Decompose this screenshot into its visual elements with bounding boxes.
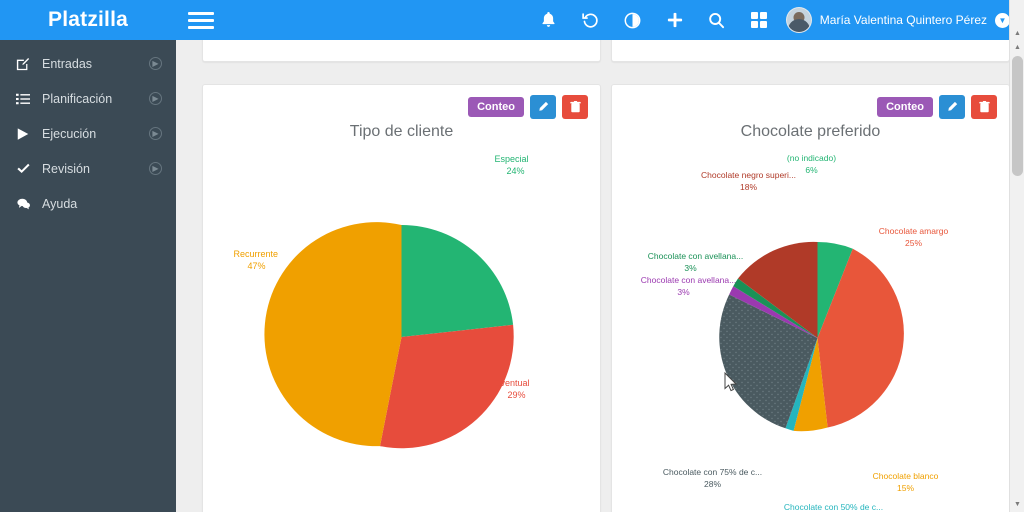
avatar xyxy=(785,7,812,33)
chevron-down-icon[interactable]: ▼ xyxy=(995,12,1010,28)
history-icon[interactable] xyxy=(570,0,612,40)
topbar-icon-group: María Valentina Quintero Pérez ▼ xyxy=(528,0,1018,40)
pie-label-chocolate-negro: Chocolate negro superi... xyxy=(701,170,796,180)
scrollbar-top-cap: ▲ xyxy=(1009,0,1024,40)
delete-chart-button[interactable] xyxy=(971,95,997,119)
pie-label-especial: Especial xyxy=(495,154,529,164)
sidebar-item-entradas[interactable]: Entradas ▶ xyxy=(0,46,176,81)
sidebar-item-label: Ayuda xyxy=(42,196,78,211)
sidebar-item-revision[interactable]: Revisión ▶ xyxy=(0,151,176,186)
eye-icon[interactable] xyxy=(612,0,654,40)
pie-slice-recurrente[interactable] xyxy=(264,222,402,447)
pie-label-chocolate-75-pct: 28% xyxy=(704,479,721,489)
pie-label-recurrente: Recurrente xyxy=(234,249,279,259)
topbar: María Valentina Quintero Pérez ▼ xyxy=(176,0,1024,40)
dashboard-row-charts: Conteo Tipo de cliente Especial 24% Even… xyxy=(202,84,1010,512)
pie-label-chocolate-75: Chocolate con 75% de c... xyxy=(663,467,762,477)
brand-header[interactable]: Platzilla xyxy=(0,0,176,40)
chevron-right-icon[interactable]: ▶ xyxy=(149,57,162,70)
check-icon xyxy=(16,162,42,176)
pie-slice-especial[interactable] xyxy=(401,224,514,337)
pencil-icon xyxy=(539,101,549,111)
sidebar-item-ejecucion[interactable]: Ejecución ▶ xyxy=(0,116,176,151)
card-toolbar: Conteo xyxy=(468,95,588,119)
edit-chart-button[interactable] xyxy=(939,95,965,119)
delete-chart-button[interactable] xyxy=(562,95,588,119)
pie-label-eventual-pct: 29% xyxy=(508,390,526,400)
pie-svg: Especial 24% Eventual 29% Recurrente 47% xyxy=(234,154,530,449)
user-name: María Valentina Quintero Pérez xyxy=(819,13,987,27)
pie-label-no-indicado-pct: 6% xyxy=(805,165,818,175)
sidebar-item-label: Revisión xyxy=(42,161,90,176)
pie-label-eventual: Eventual xyxy=(495,378,530,388)
pie-label-chocolate-avellana-purple: Chocolate con avellana... xyxy=(641,275,736,285)
pie-label-chocolate-amargo: Chocolate amargo xyxy=(879,226,949,236)
vertical-scrollbar[interactable]: ▲ ▼ xyxy=(1009,40,1024,512)
card-chocolate-preferido: Conteo Chocolate preferido (no indicado)… xyxy=(611,84,1010,512)
pie-label-chocolate-blanco: Chocolate blanco xyxy=(873,471,939,481)
edit-chart-button[interactable] xyxy=(530,95,556,119)
conteo-badge[interactable]: Conteo xyxy=(468,96,524,118)
caret-down-icon[interactable]: ▼ xyxy=(1010,497,1024,512)
pie-label-chocolate-amargo-pct: 25% xyxy=(905,238,922,248)
dashboard-row-top xyxy=(202,40,1010,62)
pencil-icon xyxy=(948,101,958,111)
brand-name: Platzilla xyxy=(48,8,128,31)
bell-icon[interactable] xyxy=(528,0,570,40)
caret-up-icon[interactable]: ▲ xyxy=(1010,40,1024,55)
pie-label-chocolate-avellana-green: Chocolate con avellana... xyxy=(648,251,743,261)
hamburger-icon[interactable] xyxy=(188,9,214,31)
pie-chart-chocolate-preferido: (no indicado) 6% Chocolate amargo 25% Ch… xyxy=(612,141,1009,512)
pie-label-chocolate-blanco-pct: 15% xyxy=(897,483,914,493)
pie-label-chocolate-50: Chocolate con 50% de c... xyxy=(784,502,883,512)
chevron-right-icon[interactable]: ▶ xyxy=(149,92,162,105)
chat-icon xyxy=(16,197,42,211)
card-tipo-de-cliente: Conteo Tipo de cliente Especial 24% Even… xyxy=(202,84,601,512)
plus-icon[interactable] xyxy=(654,0,696,40)
search-icon[interactable] xyxy=(696,0,738,40)
sidebar-item-planificacion[interactable]: Planificación ▶ xyxy=(0,81,176,116)
sidebar-item-label: Ejecución xyxy=(42,126,97,141)
sidebar-item-label: Entradas xyxy=(42,56,93,71)
sidebar-item-ayuda[interactable]: Ayuda ▶ xyxy=(0,186,176,221)
caret-up-icon[interactable]: ▲ xyxy=(1010,26,1024,41)
pie-label-especial-pct: 24% xyxy=(507,166,525,176)
trash-icon xyxy=(569,101,581,113)
sidebar: Platzilla Entradas ▶ Planificación ▶ Eje… xyxy=(0,0,176,512)
pie-label-recurrente-pct: 47% xyxy=(248,261,266,271)
chevron-right-icon[interactable]: ▶ xyxy=(149,162,162,175)
pie-svg: (no indicado) 6% Chocolate amargo 25% Ch… xyxy=(641,153,949,512)
pie-label-no-indicado: (no indicado) xyxy=(787,153,836,163)
grid-icon[interactable] xyxy=(738,0,780,40)
scrollbar-thumb[interactable] xyxy=(1012,56,1023,176)
play-icon xyxy=(16,127,42,141)
main-region: María Valentina Quintero Pérez ▼ Conteo xyxy=(176,0,1024,512)
dashboard-content: Conteo Tipo de cliente Especial 24% Even… xyxy=(176,40,1024,512)
sidebar-nav: Entradas ▶ Planificación ▶ Ejecución ▶ R… xyxy=(0,40,176,221)
pie-label-chocolate-negro-pct: 18% xyxy=(740,182,757,192)
card-toolbar: Conteo xyxy=(877,95,997,119)
pie-label-chocolate-avellana-purple-pct: 3% xyxy=(677,287,690,297)
pie-chart-tipo-de-cliente: Especial 24% Eventual 29% Recurrente 47% xyxy=(203,141,600,512)
conteo-badge[interactable]: Conteo xyxy=(877,96,933,118)
list-icon xyxy=(16,92,42,106)
card-above-left xyxy=(202,40,601,62)
chevron-right-icon[interactable]: ▶ xyxy=(149,127,162,140)
card-above-right xyxy=(611,40,1010,62)
trash-icon xyxy=(978,101,990,113)
edit-square-icon xyxy=(16,57,42,71)
app-root: Platzilla Entradas ▶ Planificación ▶ Eje… xyxy=(0,0,1024,512)
pie-label-chocolate-avellana-green-pct: 3% xyxy=(684,263,697,273)
sidebar-item-label: Planificación xyxy=(42,91,113,106)
user-menu[interactable]: María Valentina Quintero Pérez ▼ xyxy=(780,0,1018,40)
